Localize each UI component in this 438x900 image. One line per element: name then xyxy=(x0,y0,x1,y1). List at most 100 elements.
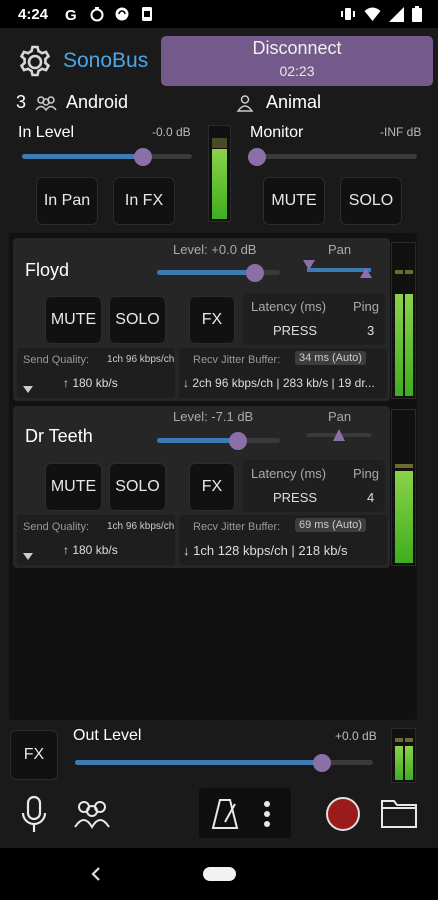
recv-jitter-box[interactable]: Recv Jitter Buffer: 34 ms (Auto) ↓ 2ch 9… xyxy=(179,348,387,398)
slider-knob[interactable] xyxy=(313,754,332,772)
send-quality-value: 1ch 96 kbps/ch xyxy=(107,521,175,532)
expand-icon[interactable] xyxy=(23,386,33,393)
latency-value: PRESS xyxy=(273,490,318,505)
output-fx-button[interactable]: FX xyxy=(10,730,58,780)
slider-knob[interactable] xyxy=(248,148,266,166)
input-meter xyxy=(208,125,231,222)
send-rate: ↑ 180 kb/s xyxy=(63,543,118,557)
monitor-solo-button[interactable]: SOLO xyxy=(340,177,402,225)
slider-knob[interactable] xyxy=(246,264,265,282)
folder-icon[interactable] xyxy=(380,797,418,829)
user-count: 3 xyxy=(16,92,27,112)
pan-control[interactable] xyxy=(303,258,375,280)
mic-icon[interactable] xyxy=(20,795,48,835)
gear-icon[interactable] xyxy=(17,44,53,80)
group-icon xyxy=(35,95,57,111)
latency-value: PRESS xyxy=(273,323,318,338)
sonobus-app: SonoBus Disconnect 02:23 3 Android Anima… xyxy=(0,28,438,848)
monitor-label: Monitor xyxy=(250,124,304,141)
status-time: 4:24 xyxy=(18,6,49,23)
pan-right-handle[interactable] xyxy=(360,268,372,278)
ping-value: 3 xyxy=(367,323,375,338)
send-quality-label: Send Quality: xyxy=(23,354,90,366)
pan-label: Pan xyxy=(328,242,352,257)
recv-arrow-icon: ↓ xyxy=(183,376,193,390)
peer-meter-dr-teeth xyxy=(391,409,416,566)
pan-left-handle[interactable] xyxy=(303,260,315,270)
peer-level-slider[interactable] xyxy=(157,264,280,282)
peer-name: Dr Teeth xyxy=(25,426,93,446)
disconnect-label: Disconnect xyxy=(252,38,342,58)
peer-mute-button[interactable]: MUTE xyxy=(45,296,102,344)
slider-knob[interactable] xyxy=(133,148,152,166)
send-rate: ↑ 180 kb/s xyxy=(63,376,118,390)
peer-row-dr-teeth: Dr Teeth Level: -7.1 dB Pan MUTE SOLO FX… xyxy=(13,406,390,568)
ping-label: Ping xyxy=(353,299,380,314)
google-icon: G xyxy=(65,7,77,22)
recv-arrow-icon: ↓ xyxy=(183,543,194,558)
more-vert-icon[interactable] xyxy=(263,800,271,828)
back-icon[interactable] xyxy=(90,866,102,882)
recv-info: ↓ 2ch 96 kbps/ch | 283 kb/s | 19 dr... xyxy=(183,376,375,390)
latency-box[interactable]: Latency (ms) Ping PRESS 4 xyxy=(243,460,385,512)
sim-icon xyxy=(142,7,152,21)
send-quality-box[interactable]: Send Quality: 1ch 96 kbps/ch ↑ 180 kb/s xyxy=(17,515,175,565)
out-level-db: +0.0 dB xyxy=(335,729,377,743)
metronome-panel xyxy=(199,788,291,838)
battery-icon xyxy=(412,6,422,22)
recv-info: ↓ 1ch 128 kbps/ch | 218 kb/s xyxy=(183,543,348,558)
peer-mute-button[interactable]: MUTE xyxy=(45,463,102,511)
in-pan-button[interactable]: In Pan xyxy=(36,177,98,225)
user-name: Animal xyxy=(266,92,322,112)
wifi-icon xyxy=(364,7,381,21)
send-quality-label: Send Quality: xyxy=(23,521,90,533)
peer-fx-button[interactable]: FX xyxy=(189,463,235,511)
out-level-label: Out Level xyxy=(73,727,142,744)
peers-icon[interactable] xyxy=(72,797,112,831)
in-level-db: -0.0 dB xyxy=(152,125,191,139)
jitter-label: Recv Jitter Buffer: xyxy=(193,354,281,366)
disconnect-button[interactable]: Disconnect 02:23 xyxy=(161,36,433,86)
svg-text:G: G xyxy=(65,7,77,22)
user-icon xyxy=(236,94,254,112)
monitor-mute-button[interactable]: MUTE xyxy=(263,177,325,225)
slider-knob[interactable] xyxy=(229,432,248,450)
system-nav-bar xyxy=(0,848,438,900)
latency-box[interactable]: Latency (ms) Ping PRESS 3 xyxy=(243,293,385,345)
ping-label: Ping xyxy=(353,466,380,481)
recv-jitter-box[interactable]: Recv Jitter Buffer: 69 ms (Auto) ↓ 1ch 1… xyxy=(179,515,387,565)
send-quality-value: 1ch 96 kbps/ch xyxy=(107,354,175,365)
jitter-value[interactable]: 69 ms (Auto) xyxy=(295,518,366,532)
latency-label: Latency (ms) xyxy=(251,466,327,481)
in-fx-button[interactable]: In FX xyxy=(113,177,175,225)
peer-name: Floyd xyxy=(25,260,70,280)
status-bar: 4:24 G xyxy=(0,0,438,28)
monitor-slider[interactable] xyxy=(248,148,417,166)
peer-solo-button[interactable]: SOLO xyxy=(109,296,166,344)
out-level-slider[interactable] xyxy=(75,754,373,772)
peer-level-text: Level: -7.1 dB xyxy=(173,409,254,424)
monitor-db: -INF dB xyxy=(380,125,422,139)
jitter-value[interactable]: 34 ms (Auto) xyxy=(295,351,366,365)
record-icon[interactable] xyxy=(325,796,361,832)
pan-control[interactable] xyxy=(303,426,375,448)
ping-value: 4 xyxy=(367,490,375,505)
sync-icon xyxy=(115,7,129,21)
expand-icon[interactable] xyxy=(23,553,33,560)
in-level-slider[interactable] xyxy=(22,148,192,166)
group-info[interactable]: 3 Android xyxy=(16,92,128,113)
home-button[interactable] xyxy=(203,867,236,881)
send-quality-box[interactable]: Send Quality: 1ch 96 kbps/ch ↑ 180 kb/s xyxy=(17,348,175,398)
user-info[interactable]: Animal xyxy=(236,92,321,113)
peer-fx-button[interactable]: FX xyxy=(189,296,235,344)
session-timer: 02:23 xyxy=(279,63,315,79)
peer-solo-button[interactable]: SOLO xyxy=(109,463,166,511)
metronome-icon[interactable] xyxy=(211,798,239,830)
peer-meter-floyd xyxy=(391,242,416,399)
output-meter xyxy=(391,728,416,783)
pan-label: Pan xyxy=(328,409,352,424)
group-name: Android xyxy=(66,92,129,112)
vibrate-icon xyxy=(341,8,355,20)
peer-level-slider[interactable] xyxy=(157,432,280,450)
pan-center-handle[interactable] xyxy=(333,429,345,441)
